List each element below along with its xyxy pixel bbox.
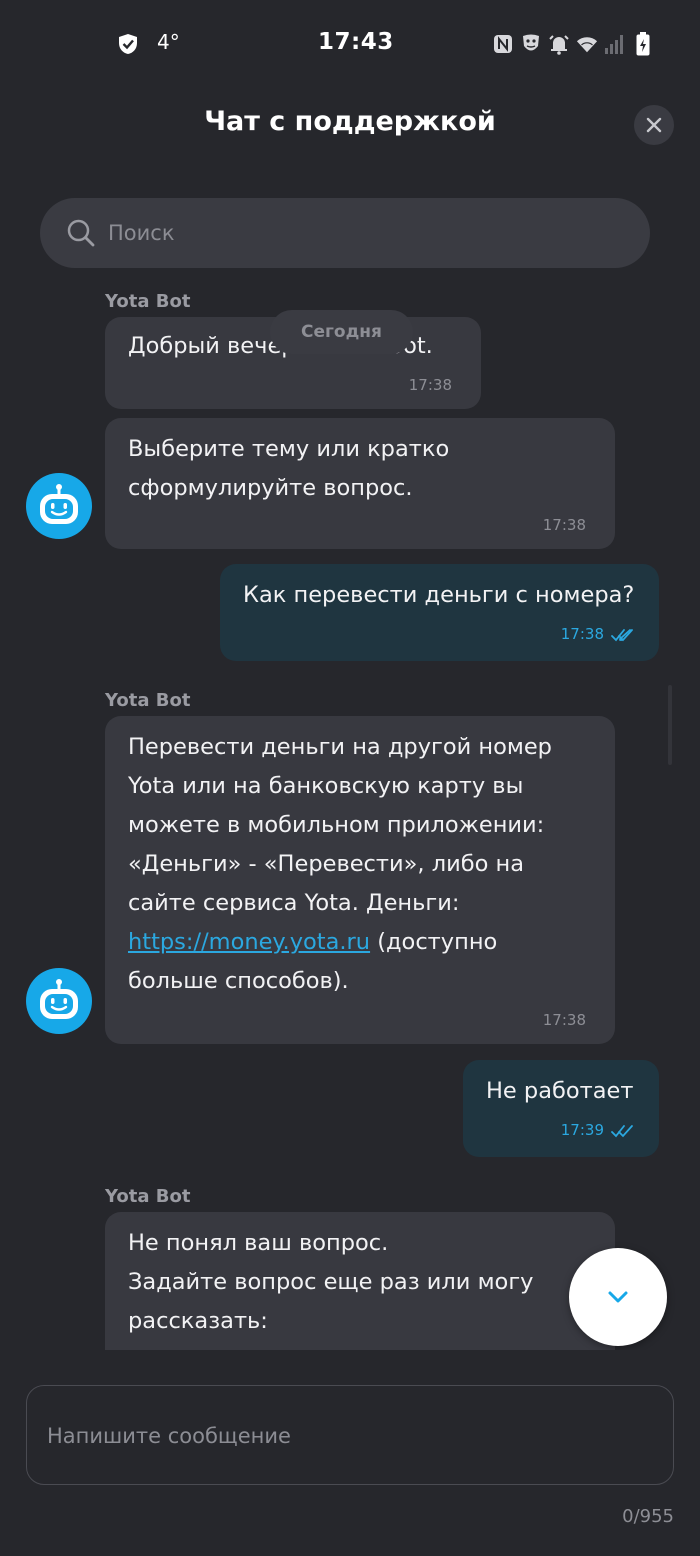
nfc-icon [492, 33, 514, 55]
sender-name: Yota Bot [105, 1186, 191, 1207]
message-text: Не понял ваш вопрос. Задайте вопрос еще … [128, 1230, 534, 1334]
page-title: Чат с поддержкой [204, 106, 496, 137]
clock: 17:43 [318, 29, 394, 55]
user-message: Как перевести деньги с номера? 17:38 [220, 564, 659, 661]
date-separator: Сегодня [270, 310, 413, 354]
shield-icon [119, 34, 137, 54]
search-icon [67, 219, 95, 247]
message-text: Перевести деньги на другой номер Yota ил… [128, 728, 595, 1001]
wifi-icon [576, 33, 598, 55]
status-bar: 4° 17:43 [0, 0, 700, 88]
message-text-part: Перевести деньги на другой номер Yota ил… [128, 734, 552, 916]
status-icons [492, 32, 654, 56]
sender-name: Yota Bot [105, 690, 191, 711]
search-bar[interactable] [40, 198, 650, 268]
temperature: 4° [157, 30, 180, 54]
bot-avatar [26, 968, 92, 1034]
bot-message: Выберите тему или кратко сформулируйте в… [105, 418, 615, 549]
message-input[interactable] [47, 1386, 647, 1486]
user-message: Не работает 17:39 [463, 1060, 659, 1157]
message-time: 17:39 [560, 1121, 604, 1139]
bot-avatar [26, 473, 92, 539]
close-button[interactable] [634, 105, 674, 145]
scrollbar[interactable] [668, 685, 672, 765]
money-link[interactable]: https://money.yota.ru [128, 929, 370, 955]
message-text: Как перевести деньги с номера? [243, 582, 635, 608]
character-counter: 0/955 [622, 1506, 674, 1527]
signal-icon [604, 33, 626, 55]
sender-name: Yota Bot [105, 291, 191, 312]
double-check-icon [611, 1125, 633, 1138]
mask-icon [520, 33, 542, 55]
message-time: 17:38 [542, 1011, 586, 1029]
chevron-down-icon [608, 1291, 628, 1303]
message-text: Выберите тему или кратко сформулируйте в… [128, 436, 450, 501]
double-check-icon [611, 629, 633, 642]
chat-messages[interactable]: Yota Bot Добрый вечер! Я Yota bot. 17:38… [0, 285, 700, 1350]
close-icon [646, 117, 662, 133]
battery-icon [632, 32, 654, 56]
message-time: 17:38 [542, 516, 586, 534]
alarm-icon [548, 33, 570, 55]
scroll-down-button[interactable] [569, 1248, 667, 1346]
robot-icon [40, 484, 78, 524]
bot-message: Перевести деньги на другой номер Yota ил… [105, 716, 615, 1044]
robot-icon [40, 979, 78, 1019]
message-time: 17:38 [560, 625, 604, 643]
search-input[interactable] [108, 198, 628, 268]
bot-message: Не понял ваш вопрос. Задайте вопрос еще … [105, 1212, 615, 1350]
message-composer[interactable] [26, 1385, 674, 1486]
message-text: Не работает [486, 1078, 634, 1104]
message-time: 17:38 [408, 376, 452, 394]
